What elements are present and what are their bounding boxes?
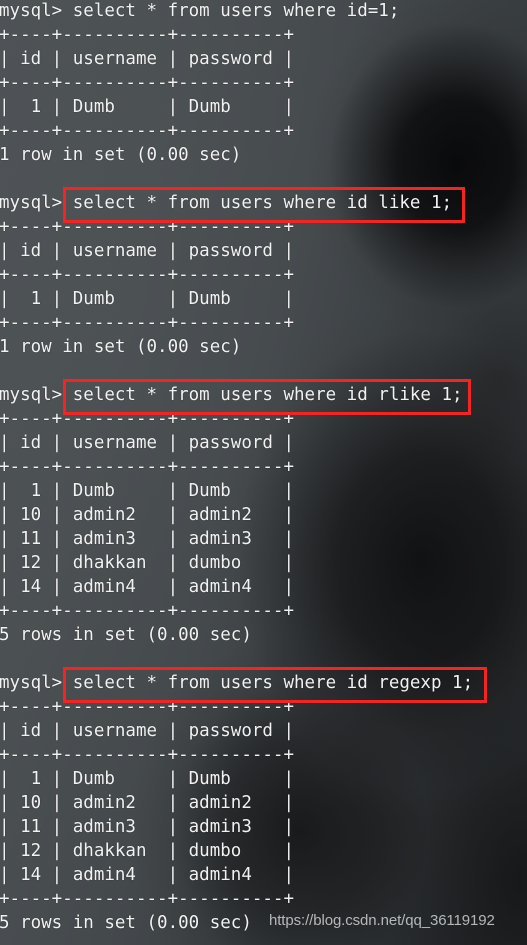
terminal-line: +----+----------+----------+: [0, 313, 295, 333]
terminal-line: 5 rows in set (0.00 sec): [0, 625, 252, 645]
terminal-line: | id | username | password |: [0, 433, 295, 453]
terminal-line: | 11 | admin3 | admin3 |: [0, 529, 295, 549]
csdn-watermark: https://blog.csdn.net/qq_36119192: [269, 912, 495, 929]
terminal-line: | 1 | Dumb | Dumb |: [0, 769, 295, 789]
terminal-line: +----+----------+----------+: [0, 265, 295, 285]
terminal-line: | 1 | Dumb | Dumb |: [0, 481, 295, 501]
terminal-line: | 12 | dhakkan | dumbo |: [0, 841, 295, 861]
terminal-line: 5 rows in set (0.00 sec): [0, 913, 252, 933]
terminal-line: | 1 | Dumb | Dumb |: [0, 289, 295, 309]
terminal-line: | 11 | admin3 | admin3 |: [0, 817, 295, 837]
terminal-line: | 10 | admin2 | admin2 |: [0, 505, 295, 525]
terminal-line: 1 row in set (0.00 sec): [0, 145, 242, 165]
terminal-line: | 1 | Dumb | Dumb |: [0, 97, 295, 117]
terminal-line: +----+----------+----------+: [0, 601, 295, 621]
terminal-line: | 12 | dhakkan | dumbo |: [0, 553, 295, 573]
terminal-output-area: mysql> select * from users where id=1; +-…: [0, 0, 527, 945]
terminal-line: +----+----------+----------+: [0, 121, 295, 141]
terminal-line: | 14 | admin4 | admin4 |: [0, 577, 295, 597]
terminal-line: +----+----------+----------+: [0, 889, 295, 909]
terminal-line: +----+----------+----------+: [0, 217, 295, 237]
terminal-line: +----+----------+----------+: [0, 745, 295, 765]
terminal-line: | id | username | password |: [0, 241, 295, 261]
terminal-line: +----+----------+----------+: [0, 409, 295, 429]
terminal-line: | 14 | admin4 | admin4 |: [0, 865, 295, 885]
terminal-line: mysql> select * from users where id=1;: [0, 1, 400, 21]
terminal-line: +----+----------+----------+: [0, 25, 295, 45]
terminal-line: | 10 | admin2 | admin2 |: [0, 793, 295, 813]
terminal-line: +----+----------+----------+: [0, 457, 295, 477]
terminal-line: mysql> select * from users where id rege…: [0, 673, 474, 693]
terminal-line: | id | username | password |: [0, 49, 295, 69]
terminal-line: 1 row in set (0.00 sec): [0, 337, 242, 357]
terminal-line: +----+----------+----------+: [0, 73, 295, 93]
terminal-screenshot: mysql> select * from users where id=1; +-…: [0, 0, 527, 945]
terminal-line: mysql> select * from users where id rlik…: [0, 385, 463, 405]
terminal-line: mysql> select * from users where id like…: [0, 193, 453, 213]
terminal-line: | id | username | password |: [0, 721, 295, 741]
terminal-line: +----+----------+----------+: [0, 697, 295, 717]
